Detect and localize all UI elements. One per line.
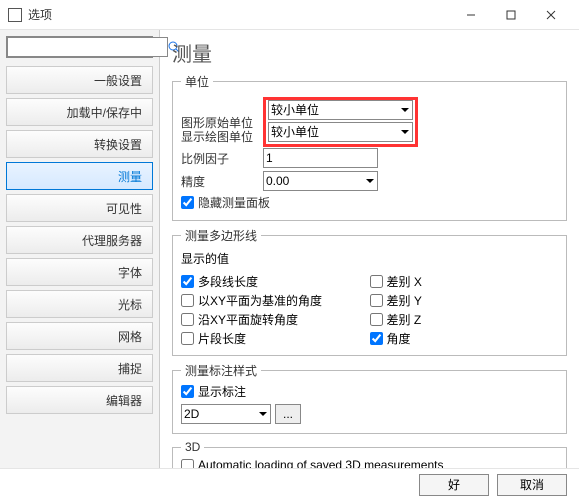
chk-right-2-label: 差别 Z	[387, 311, 422, 328]
disp-unit-select[interactable]: 较小单位	[268, 122, 413, 142]
chk-left-3-label: 片段长度	[198, 330, 246, 347]
auto3d-checkbox[interactable]	[181, 459, 194, 469]
window-title: 选项	[28, 6, 451, 23]
chk-left-1-label: 以XY平面为基准的角度	[198, 292, 322, 309]
3d-legend: 3D	[181, 440, 204, 454]
close-button[interactable]	[531, 0, 571, 30]
cancel-button[interactable]: 取消	[497, 474, 567, 496]
polyline-group: 测量多边形线 显示的值 多段线长度以XY平面为基准的角度沿XY平面旋转角度片段长…	[172, 227, 567, 356]
app-icon	[8, 8, 22, 22]
search-box	[6, 36, 153, 58]
anno-group: 测量标注样式 显示标注 2D ...	[172, 362, 567, 434]
search-input[interactable]	[7, 37, 168, 57]
maximize-button[interactable]	[491, 0, 531, 30]
auto3d-label: Automatic loading of saved 3D measuremen…	[198, 458, 443, 468]
scale-input[interactable]	[263, 148, 378, 168]
chk-left-2[interactable]	[181, 313, 194, 326]
chk-right-3[interactable]	[370, 332, 383, 345]
chk-left-2-label: 沿XY平面旋转角度	[198, 311, 298, 328]
scale-label: 比例因子	[181, 150, 259, 167]
chk-right-0[interactable]	[370, 275, 383, 288]
sidebar-item-10[interactable]: 编辑器	[6, 386, 153, 414]
hide-panel-checkbox[interactable]	[181, 196, 194, 209]
page-title: 测量	[172, 38, 567, 67]
chk-left-3[interactable]	[181, 332, 194, 345]
show-anno-label: 显示标注	[198, 383, 246, 400]
sidebar-item-6[interactable]: 字体	[6, 258, 153, 286]
chk-right-1-label: 差别 Y	[387, 292, 422, 309]
units-legend: 单位	[181, 73, 213, 90]
chk-right-1[interactable]	[370, 294, 383, 307]
polyline-legend: 测量多边形线	[181, 227, 261, 244]
sidebar-item-2[interactable]: 转换设置	[6, 130, 153, 158]
footer: 好 取消	[0, 468, 579, 500]
sidebar-item-0[interactable]: 一般设置	[6, 66, 153, 94]
chk-left-0[interactable]	[181, 275, 194, 288]
ok-button[interactable]: 好	[419, 474, 489, 496]
unit-highlight-box: 较小单位 较小单位	[263, 97, 418, 147]
sidebar-item-9[interactable]: 捕捉	[6, 354, 153, 382]
show-anno-checkbox[interactable]	[181, 385, 194, 398]
chk-right-0-label: 差别 X	[387, 273, 422, 290]
3d-group: 3D Automatic loading of saved 3D measure…	[172, 440, 567, 468]
sidebar-item-3[interactable]: 测量	[6, 162, 153, 190]
anno-mode-select[interactable]: 2D	[181, 404, 271, 424]
sidebar-item-4[interactable]: 可见性	[6, 194, 153, 222]
minimize-button[interactable]	[451, 0, 491, 30]
sidebar-item-5[interactable]: 代理服务器	[6, 226, 153, 254]
sidebar-item-7[interactable]: 光标	[6, 290, 153, 318]
sidebar: 一般设置加载中/保存中转换设置测量可见性代理服务器字体光标网格捕捉编辑器	[0, 30, 160, 468]
chk-right-2[interactable]	[370, 313, 383, 326]
anno-more-button[interactable]: ...	[275, 404, 301, 424]
chk-left-1[interactable]	[181, 294, 194, 307]
main-panel: 测量 单位 图形原始单位 较小单位 较小单位 显示绘图单位 比例因子 精度 0.…	[160, 30, 579, 468]
hide-panel-label: 隐藏测量面板	[198, 194, 270, 211]
orig-unit-select[interactable]: 较小单位	[268, 100, 413, 120]
disp-unit-label: 显示绘图单位	[181, 128, 259, 145]
sidebar-item-8[interactable]: 网格	[6, 322, 153, 350]
chk-right-3-label: 角度	[387, 330, 411, 347]
sidebar-item-1[interactable]: 加载中/保存中	[6, 98, 153, 126]
anno-legend: 测量标注样式	[181, 362, 261, 379]
show-values-label: 显示的值	[181, 250, 558, 267]
precision-label: 精度	[181, 173, 259, 190]
chk-left-0-label: 多段线长度	[198, 273, 258, 290]
precision-select[interactable]: 0.00	[263, 171, 378, 191]
units-group: 单位 图形原始单位 较小单位 较小单位 显示绘图单位 比例因子 精度 0.00	[172, 73, 567, 221]
